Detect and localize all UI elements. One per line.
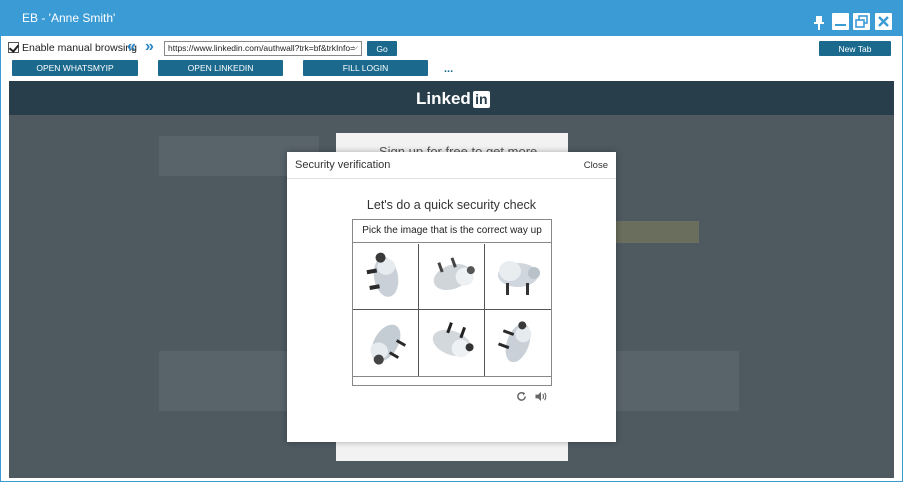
linkedin-logo: Linked in xyxy=(416,89,490,109)
audio-icon[interactable] xyxy=(534,391,548,405)
captcha-puzzle: Pick the image that is the correct way u… xyxy=(352,219,552,386)
captcha-grid xyxy=(353,244,551,377)
captcha-controls xyxy=(516,391,548,405)
modal-header: Security verification Close xyxy=(287,152,616,179)
bison-icon xyxy=(498,321,532,363)
manual-browsing-label: Enable manual browsing xyxy=(22,42,137,54)
linkedin-in-icon: in xyxy=(472,90,490,108)
modal-close-button[interactable]: Close xyxy=(584,160,608,171)
new-tab-button[interactable]: New Tab xyxy=(819,41,891,56)
open-whatsmyip-button[interactable]: OPEN WHATSMYIP xyxy=(12,60,138,76)
manual-browsing-checkbox[interactable] xyxy=(8,42,19,53)
captcha-tile[interactable] xyxy=(353,244,419,310)
go-button[interactable]: Go xyxy=(367,41,397,56)
url-value: https://www.linkedin.com/authwall?trk=bf… xyxy=(168,43,356,53)
minimize-icon[interactable] xyxy=(832,13,849,30)
restore-icon[interactable] xyxy=(853,13,870,30)
url-select[interactable]: https://www.linkedin.com/authwall?trk=bf… xyxy=(164,41,362,56)
app-window: EB - 'Anne Smith' Enable manual browsing… xyxy=(0,0,903,482)
forward-button[interactable]: » xyxy=(145,38,154,56)
refresh-icon[interactable] xyxy=(516,391,527,405)
close-icon[interactable] xyxy=(875,13,892,30)
title-bar: EB - 'Anne Smith' xyxy=(1,1,902,36)
chevron-down-icon: ⌵ xyxy=(352,44,358,51)
bison-icon xyxy=(366,252,398,297)
captcha-instruction: Pick the image that is the correct way u… xyxy=(353,220,551,243)
captcha-tile[interactable] xyxy=(485,310,551,376)
bison-icon xyxy=(370,324,406,365)
security-verification-modal: Security verification Close Let's do a q… xyxy=(287,152,616,442)
pin-icon[interactable] xyxy=(813,14,825,31)
bison-icon xyxy=(432,322,474,358)
modal-title: Security verification xyxy=(295,159,391,171)
captcha-tile[interactable] xyxy=(485,244,551,310)
open-linkedin-button[interactable]: OPEN LINKEDIN xyxy=(158,60,283,76)
linkedin-logo-text: Linked xyxy=(416,89,471,108)
captcha-tile[interactable] xyxy=(419,244,485,310)
captcha-tile[interactable] xyxy=(353,310,419,376)
linkedin-header: Linked in xyxy=(9,81,894,115)
security-check-heading: Let's do a quick security check xyxy=(366,198,537,212)
fill-login-button[interactable]: FILL LOGIN xyxy=(303,60,428,76)
more-menu-button[interactable]: ... xyxy=(444,63,453,75)
captcha-tile[interactable] xyxy=(419,310,485,376)
back-button[interactable]: « xyxy=(127,38,136,56)
bison-icon xyxy=(433,256,475,290)
bison-icon xyxy=(498,260,540,295)
window-title: EB - 'Anne Smith' xyxy=(22,11,116,25)
